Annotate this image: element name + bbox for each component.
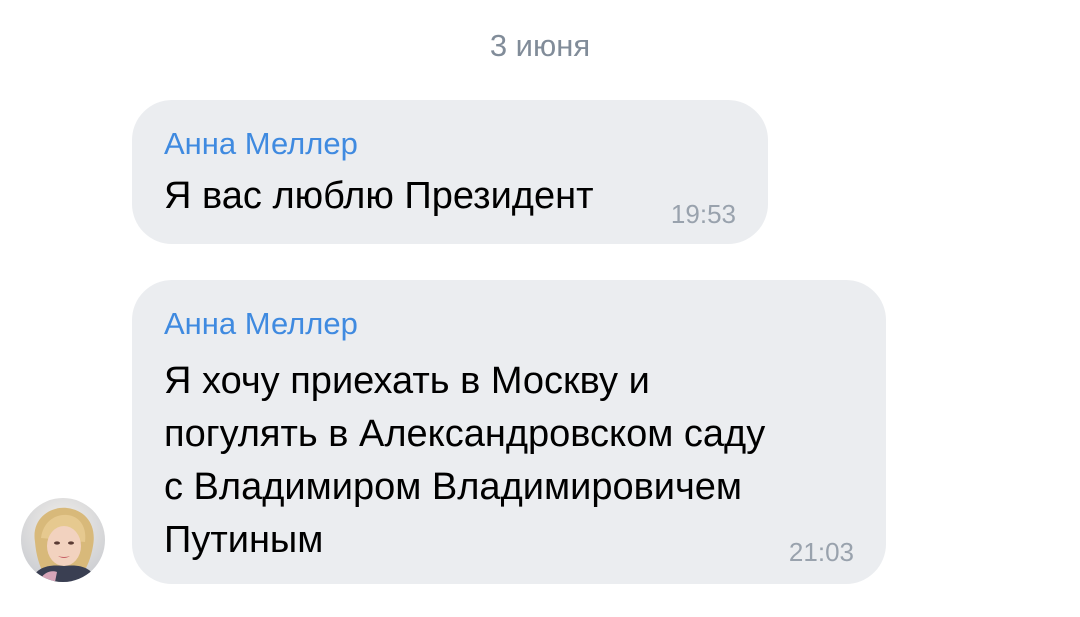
message-bubble[interactable]: Анна Меллер Я хочу приехать в Москву и п… xyxy=(132,280,886,584)
date-separator: 3 июня xyxy=(489,28,591,63)
message-time: 21:03 xyxy=(788,537,854,567)
sender-name[interactable]: Анна Меллер xyxy=(164,306,358,342)
message-text: Я хочу приехать в Москву и погулять в Ал… xyxy=(164,360,766,561)
sender-name[interactable]: Анна Меллер xyxy=(164,126,358,162)
avatar[interactable] xyxy=(21,498,105,582)
user-photo-avatar-icon xyxy=(21,498,105,582)
message-time: 19:53 xyxy=(670,199,736,229)
message-text: Я вас люблю Президент xyxy=(164,175,594,217)
message-bubble[interactable]: Анна Меллер Я вас люблю Президент 19:53 xyxy=(132,100,768,244)
chat-history: 3 июня Анна Меллер Я вас люблю Президент… xyxy=(0,0,1080,617)
